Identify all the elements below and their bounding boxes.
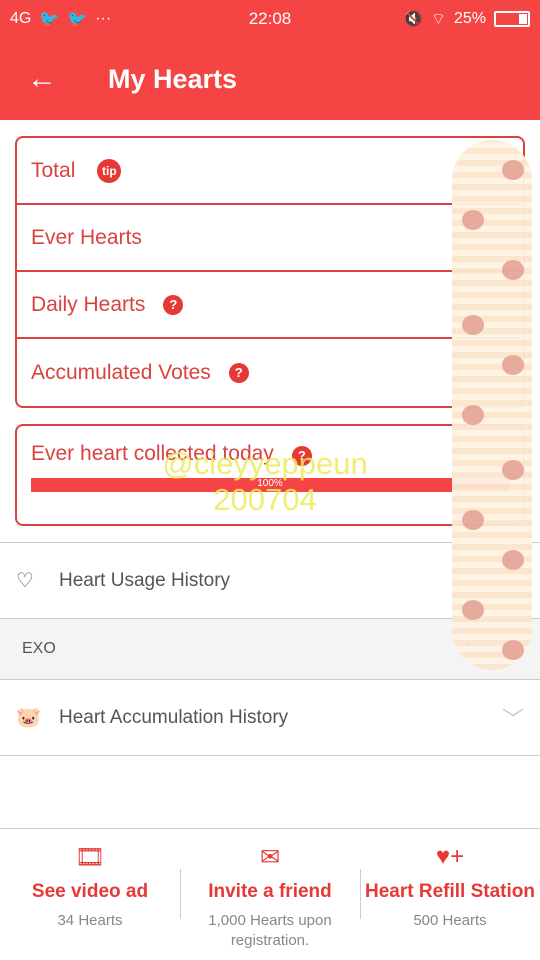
row-label: Daily Hearts <box>31 292 146 316</box>
more-icon: ··· <box>95 10 112 27</box>
help-icon[interactable]: ? <box>228 362 249 383</box>
summary-row-daily-hearts: Daily Hearts? <box>17 272 523 339</box>
tip-icon[interactable]: tip <box>97 158 122 183</box>
envelope-icon: ✉ <box>259 844 281 871</box>
watermark: @cieyyeppeun 200704 <box>145 446 385 518</box>
action-subtitle: 34 Hearts <box>57 912 123 929</box>
twitter-icon: 🐦 <box>67 11 88 28</box>
summary-row-ever-hearts: Ever Hearts <box>17 205 523 272</box>
page-title: My Hearts <box>108 63 238 94</box>
action-title: Heart Refill Station <box>365 881 535 902</box>
battery-icon <box>494 11 530 27</box>
action-subtitle: 1,000 Hearts upon registration. <box>208 912 332 949</box>
action-title: Invite a friend <box>208 881 332 902</box>
accumulation-label: Heart Accumulation History <box>59 706 289 728</box>
hearts-summary-card: Total tip Ever Hearts Daily Hearts? Accum… <box>15 136 525 408</box>
chevron-down-icon: ﹀ <box>501 706 524 732</box>
heart-outline-icon: ♡ <box>16 570 34 592</box>
action-subtitle: 500 Hearts <box>413 912 487 929</box>
item-label: EXO <box>22 640 56 657</box>
action-title: See video ad <box>31 881 149 902</box>
summary-row-accumulated-votes: Accumulated Votes? <box>17 339 523 406</box>
invite-friend-button[interactable]: ✉ Invite a friend 1,000 Hearts upon regi… <box>180 843 360 960</box>
heart-refill-station-button[interactable]: ♥+ Heart Refill Station 500 Hearts <box>360 843 540 960</box>
watermark-line: @cieyyeppeun <box>162 446 368 481</box>
back-button[interactable]: ← <box>0 62 84 96</box>
row-label: Ever Hearts <box>31 225 142 249</box>
watermark-line: 200704 <box>213 482 317 517</box>
footer-actions: 🎞 See video ad 34 Hearts ✉ Invite a frie… <box>0 828 540 960</box>
sticker-overlay <box>452 140 532 670</box>
status-bar: 4G 🐦 🐦 ··· 22:08 🔇 ⌔ 25% <box>0 0 540 38</box>
piggy-bank-icon: 🐷 <box>16 707 41 729</box>
summary-row-total: Total tip <box>17 138 523 205</box>
app-bar: ← My Hearts <box>0 38 540 120</box>
heart-accumulation-history[interactable]: 🐷 Heart Accumulation History ﹀ <box>0 679 540 755</box>
help-icon[interactable]: ? <box>163 294 184 315</box>
video-icon: 🎞 <box>74 844 106 871</box>
mute-icon: 🔇 <box>403 11 423 28</box>
row-label: Total <box>31 158 76 182</box>
row-label: Accumulated Votes <box>31 360 211 384</box>
battery-percent: 25% <box>453 10 486 27</box>
twitter-icon: 🐦 <box>39 11 60 28</box>
heart-plus-icon: ♥+ <box>435 843 465 870</box>
network-indicator: 4G <box>10 10 32 27</box>
wifi-icon: ⌔ <box>430 11 446 28</box>
usage-label: Heart Usage History <box>59 569 231 591</box>
see-video-ad-button[interactable]: 🎞 See video ad 34 Hearts <box>0 843 180 960</box>
